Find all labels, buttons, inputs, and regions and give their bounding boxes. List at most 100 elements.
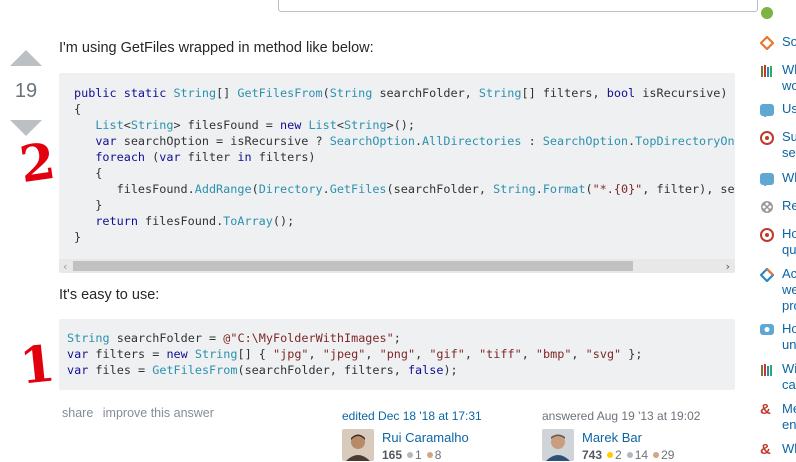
code-token: filesFound. (137, 214, 224, 228)
code-token: , (415, 347, 430, 361)
code-token: [] (216, 86, 238, 100)
silver-badge-count: 14 (634, 448, 649, 462)
code-line: var filters = new String[] { "jpg", "jpe… (67, 347, 642, 361)
code-token: files = (88, 363, 153, 377)
bronze-badge-icon (426, 452, 433, 459)
bronze-badge-icon (653, 452, 660, 459)
code-token: (); (272, 214, 295, 228)
code-token: public static (74, 86, 174, 100)
code-token: new (166, 347, 195, 361)
code-line: filesFound.AddRange(Directory.GetFiles(s… (74, 182, 735, 196)
code-token: ToArray (223, 214, 273, 228)
code-token: "png" (379, 347, 416, 361)
code-token: String (67, 331, 110, 345)
code-token: false (407, 363, 444, 377)
code-token: . (414, 134, 423, 148)
bronze-badge-count: 29 (661, 448, 675, 462)
code-token: } (74, 230, 82, 244)
rc-badge-icon (760, 173, 774, 186)
annotation-number-1: 1 (17, 333, 58, 396)
code-token: SearchOption (329, 134, 415, 148)
upvote-arrow-icon[interactable] (10, 50, 42, 66)
scrollbar-thumb[interactable] (73, 261, 633, 271)
diamond-icon (760, 268, 774, 282)
code-token: var (67, 347, 89, 361)
code-token: isRecursive) (635, 86, 728, 100)
editor-reputation: 165 1 8 (382, 448, 441, 462)
code-token: ( (251, 182, 259, 196)
code-token: List (308, 118, 337, 132)
code-token: "bmp" (535, 347, 572, 361)
usage-paragraph: It's easy to use: (59, 287, 160, 303)
answered-timestamp: answered Aug 19 '13 at 19:02 (542, 409, 701, 423)
scroll-left-icon[interactable]: ‹ (62, 259, 69, 273)
code-token: filesFound. (74, 182, 195, 196)
edited-timestamp[interactable]: edited Dec 18 '18 at 17:31 (342, 409, 522, 423)
code-token: Format (542, 182, 586, 196)
code-token: }; (621, 347, 643, 361)
silver-badge-icon (407, 452, 414, 459)
code-token: , (464, 347, 480, 361)
code-token: var (159, 150, 181, 164)
answerer-card: answered Aug 19 '13 at 19:02 Marek Bar 7… (542, 409, 742, 462)
code-token: in (237, 150, 252, 164)
gold-badge-icon (607, 452, 614, 459)
silver-badge-icon (626, 452, 633, 459)
avatar[interactable] (342, 429, 374, 461)
code-token: , (365, 347, 380, 361)
code-token: searchFolder = (109, 331, 224, 345)
code-token: ); (443, 363, 458, 377)
code-token: "jpeg" (322, 347, 366, 361)
code-line: { (74, 166, 102, 180)
code-token: < (336, 118, 344, 132)
code-line: { (74, 102, 81, 116)
code-token: String (493, 182, 536, 196)
code-line: String searchFolder = @"C:\MyFolderWithI… (67, 331, 401, 345)
code-token: String (343, 118, 387, 132)
code-token: AllDirectories (422, 134, 522, 148)
code-token: new (280, 118, 309, 132)
code-token: @"C:\MyFolderWithImages" (223, 331, 394, 345)
code-line: } (74, 198, 102, 212)
code-token: var (95, 134, 117, 148)
search-input[interactable] (278, 0, 758, 12)
reputation-score: 743 (582, 448, 603, 462)
code-text: String searchFolder = @"C:\MyFolderWithI… (59, 319, 735, 378)
code-token: . (322, 182, 330, 196)
reel-icon (761, 201, 773, 213)
code-token: , filter), searchOption)); (642, 182, 735, 196)
editor-name[interactable]: Rui Caramalho (382, 430, 469, 445)
post-menu: share improve this answer (62, 406, 220, 420)
code-token: String (194, 347, 238, 361)
ampersand-icon: & (760, 441, 771, 458)
code-token: (searchFolder, (386, 182, 494, 196)
code-token: GetFilesFrom (237, 86, 323, 100)
code-token: "svg" (585, 347, 622, 361)
scroll-right-icon[interactable]: › (724, 259, 731, 273)
answerer-reputation: 743 2 14 29 (582, 448, 674, 462)
code-token: [] { (237, 347, 274, 361)
horizontal-scrollbar[interactable]: ‹ › (59, 259, 735, 273)
diamond-icon (760, 36, 774, 50)
code-token: { (74, 102, 82, 116)
code-token: bool (606, 86, 636, 100)
vote-score: 19 (14, 80, 38, 102)
avatar[interactable] (542, 429, 574, 461)
silver-badge-count: 1 (415, 448, 422, 462)
code-token: Directory (258, 182, 323, 196)
code-token: ( (145, 150, 160, 164)
code-token: String (329, 86, 373, 100)
code-token: : (521, 134, 543, 148)
code-token: List (95, 118, 124, 132)
answerer-name[interactable]: Marek Bar (582, 430, 642, 445)
lo-badge-icon (760, 104, 774, 117)
improve-answer-link[interactable]: improve this answer (103, 406, 214, 420)
books-icon (761, 364, 772, 376)
code-token: searchFolder, (372, 86, 479, 100)
share-link[interactable]: share (62, 406, 93, 420)
code-block-method: public static String[] GetFilesFrom(Stri… (59, 73, 735, 273)
ampersand-icon: & (760, 401, 771, 418)
code-token: searchOption = isRecursive ? (116, 134, 330, 148)
code-line: return filesFound.ToArray(); (74, 214, 294, 228)
code-token: String (173, 86, 217, 100)
